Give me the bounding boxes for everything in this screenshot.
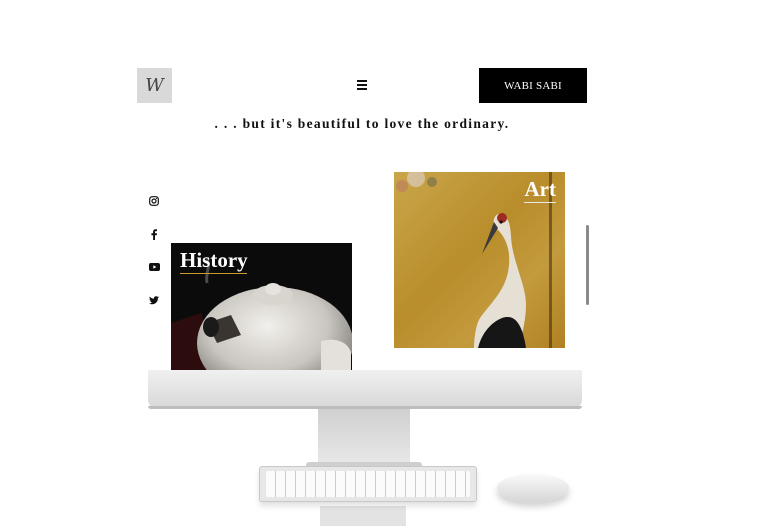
hamburger-menu-icon[interactable] — [354, 76, 370, 94]
art-card-title: Art — [524, 177, 556, 201]
monitor-chin — [148, 370, 582, 408]
stand-reflection — [320, 506, 406, 526]
history-card-title: History — [180, 248, 248, 272]
keyboard-image — [259, 466, 477, 502]
art-card[interactable]: Art — [394, 172, 565, 348]
instagram-icon[interactable] — [148, 195, 160, 207]
history-title-underline — [180, 273, 247, 274]
logo[interactable]: W — [137, 68, 172, 103]
monitor-stand — [318, 409, 410, 467]
twitter-icon[interactable] — [148, 294, 160, 306]
tagline: . . . but it's beautiful to love the ord… — [214, 116, 510, 131]
history-card[interactable]: History — [171, 243, 352, 370]
scrollbar[interactable] — [586, 225, 589, 305]
mouse-image — [497, 474, 569, 502]
youtube-icon[interactable] — [148, 261, 160, 273]
top-bar: W WABI SABI — [137, 68, 587, 103]
facebook-icon[interactable] — [148, 228, 160, 240]
art-title-underline — [524, 202, 556, 203]
wabi-sabi-button[interactable]: WABI SABI — [479, 68, 587, 103]
